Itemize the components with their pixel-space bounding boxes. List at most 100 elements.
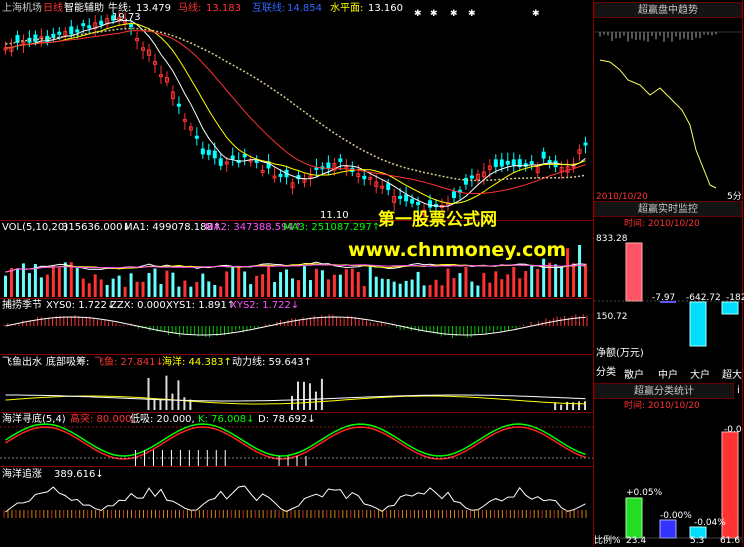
volume-bar xyxy=(392,281,396,297)
sep-vol-season xyxy=(0,298,593,299)
vol-title: VOL(5,10,20) xyxy=(2,222,69,233)
fish-bar xyxy=(314,391,317,410)
volume-bar xyxy=(530,265,534,297)
volume-bar xyxy=(57,267,61,297)
monitor-scale: 150.72 xyxy=(596,312,628,322)
volume-bar xyxy=(422,285,426,297)
volume-bar xyxy=(159,284,163,297)
monitor-panel-title[interactable]: 超赢实时监控 xyxy=(594,201,742,217)
monitor-bar-retail xyxy=(625,242,643,302)
candle-body xyxy=(326,162,331,169)
stats-time: 时间: 2010/10/20 xyxy=(624,401,700,411)
volume-bar xyxy=(368,265,372,297)
stats-bottom-1: 23.4 xyxy=(626,536,647,546)
volume-bar xyxy=(440,285,444,297)
ma-line-yellow xyxy=(5,22,586,204)
volume-bar xyxy=(9,268,13,297)
ma4-label: 水平面: xyxy=(330,3,364,14)
volume-bar xyxy=(434,279,438,297)
fish-bar xyxy=(297,381,299,410)
indicator-name[interactable]: 智能辅助 xyxy=(64,3,104,14)
volume-bar xyxy=(51,264,55,297)
fish-bar xyxy=(320,378,323,410)
volume-bar xyxy=(135,281,139,297)
candle-body xyxy=(200,148,205,155)
stats-bar-mid xyxy=(659,519,677,539)
fish-bar xyxy=(165,375,168,410)
fish-bar xyxy=(554,402,557,410)
volume-bar xyxy=(470,281,474,297)
trend-panel-title[interactable]: 超赢盘中趋势 xyxy=(594,2,742,18)
candle-body xyxy=(529,161,534,165)
fish-bar xyxy=(171,393,174,410)
volume-bar xyxy=(404,280,408,297)
volume-bar xyxy=(81,278,85,297)
category-large: 大户 xyxy=(690,370,710,381)
volume-bar xyxy=(279,272,283,297)
candle-body xyxy=(338,158,343,162)
stats-panel-title[interactable]: 超赢分类统计 xyxy=(594,383,734,399)
ma1-value: 13.479 xyxy=(136,3,171,14)
fish-feiyu: 飞鱼: 27.841↓ xyxy=(94,357,164,368)
volume-bar xyxy=(332,274,336,297)
fish-bar xyxy=(159,399,162,410)
volume-bar xyxy=(21,263,25,297)
volume-bar xyxy=(572,263,576,297)
volume-bar xyxy=(63,262,67,297)
volume-bar xyxy=(297,280,300,297)
volume-bar xyxy=(225,271,229,297)
volume-bar xyxy=(464,266,468,297)
volume-bar xyxy=(518,278,522,297)
volume-bar xyxy=(165,270,169,297)
season-xys2: XYS2: 1.722↓ xyxy=(230,300,300,311)
volume-bar xyxy=(584,263,588,297)
sep-main-vol xyxy=(0,220,593,221)
volume-bar xyxy=(273,281,277,297)
candle-body xyxy=(398,195,403,199)
vol-ma3: MA3: 251087.297↑ xyxy=(283,222,381,233)
fish-sub: 底部吸筹: xyxy=(46,357,90,368)
ma-line-dotted xyxy=(5,27,586,182)
stats-tab[interactable]: i xyxy=(737,385,740,396)
candle-body xyxy=(499,159,504,167)
volume-bar xyxy=(93,274,97,297)
candle-body xyxy=(511,159,516,166)
signal-star-icon: ✱ xyxy=(430,9,438,19)
watermark-title: 第一股票公式网 xyxy=(378,210,497,230)
volume-bar xyxy=(560,266,564,297)
volume-bar xyxy=(207,281,211,297)
volume-bar xyxy=(452,278,456,297)
volume-bar xyxy=(231,266,235,297)
candle-body xyxy=(463,178,468,185)
fish-haiyang: 海洋: 44.383↑ xyxy=(162,357,232,368)
chase-line xyxy=(5,485,586,513)
fish-bar xyxy=(183,397,186,410)
candle-body xyxy=(218,158,223,166)
category-xlarge: 超大 xyxy=(722,370,742,381)
bottom-k: K: 76.008↓ xyxy=(198,414,255,425)
monitor-label-1: -7.97 xyxy=(652,293,676,303)
volume-bar xyxy=(213,284,217,297)
period-label[interactable]: 日线 xyxy=(43,3,63,14)
bottom-title: 海洋寻底(5,4) xyxy=(2,414,66,425)
sep-season-fish xyxy=(0,354,593,355)
volume-bar xyxy=(111,278,115,297)
candle-body xyxy=(278,173,283,177)
fish-dongli: 动力线: 59.643↑ xyxy=(232,357,312,368)
categories-label: 分类 xyxy=(596,367,616,378)
kd-k-line xyxy=(5,423,586,457)
volume-bar xyxy=(141,281,145,297)
fish-bar xyxy=(584,401,587,410)
volume-bar xyxy=(261,274,265,297)
candle-body xyxy=(583,142,588,146)
volume-bar xyxy=(105,284,109,297)
candle-body xyxy=(212,150,217,159)
candle-body xyxy=(87,25,92,29)
candle-body xyxy=(254,159,259,163)
volume-bar xyxy=(177,286,181,297)
volume-bar xyxy=(476,285,480,297)
volume-bar xyxy=(255,275,259,297)
volume-bar xyxy=(189,286,193,297)
volume-bar xyxy=(183,280,187,297)
bottom-d: D: 78.692↓ xyxy=(258,414,316,425)
